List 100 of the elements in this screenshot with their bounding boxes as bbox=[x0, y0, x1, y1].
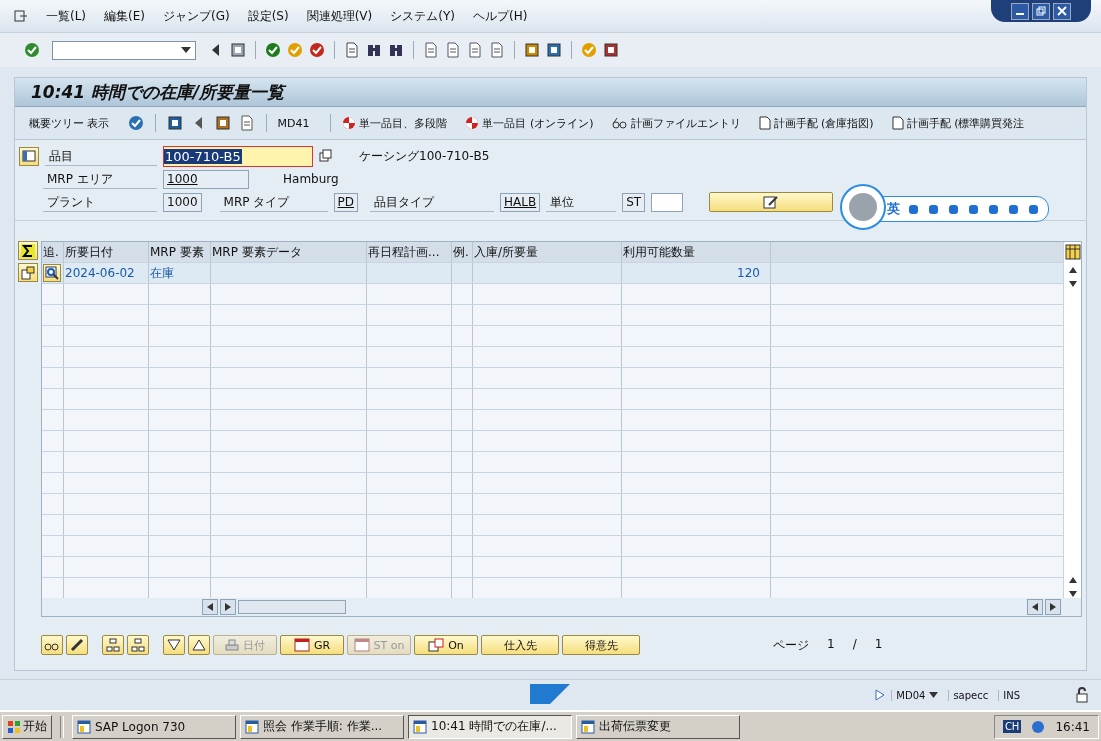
toolbar-button[interactable]: 計画手配 (倉庫指図) bbox=[758, 115, 874, 131]
menu-icon[interactable] bbox=[14, 9, 28, 23]
menu-item[interactable]: 設定(S) bbox=[247, 7, 289, 25]
transaction-code[interactable]: MD04 bbox=[891, 689, 943, 701]
mrp-area-field: 1000 bbox=[163, 169, 249, 189]
menu-item[interactable]: 編集(E) bbox=[104, 7, 145, 25]
minimize-button[interactable] bbox=[1011, 2, 1029, 20]
table-cell: 2024-06-02 bbox=[65, 266, 135, 280]
taskbar-item[interactable]: 照会 作業手順: 作業... bbox=[240, 714, 404, 739]
toolbar-button[interactable]: On bbox=[414, 635, 478, 655]
expand-button[interactable] bbox=[102, 635, 124, 655]
check-icon[interactable] bbox=[24, 42, 40, 58]
collapse-button[interactable] bbox=[127, 635, 149, 655]
toolbar-button[interactable]: 得意先 bbox=[562, 635, 640, 655]
sigma-icon bbox=[21, 243, 35, 258]
input-mode-toggle[interactable]: 英 bbox=[887, 200, 900, 218]
taskbar-item[interactable]: SAP Logon 730 bbox=[72, 714, 236, 739]
toolbar-button[interactable]: 計画手配 (標準購買発注 bbox=[891, 115, 1025, 131]
scroll-right-button[interactable] bbox=[220, 599, 236, 615]
toolbar-button[interactable]: 計画ファイルエントリ bbox=[611, 115, 741, 131]
toolbar-button[interactable]: 概要ツリー 表示 bbox=[29, 115, 110, 131]
column-header[interactable]: MRP 要素 bbox=[149, 242, 211, 262]
insert-mode: INS bbox=[998, 689, 1024, 701]
table-cell: 120 bbox=[737, 266, 760, 280]
column-header[interactable]: 所要日付 bbox=[64, 242, 149, 262]
scrollbar-thumb[interactable] bbox=[238, 600, 346, 614]
menu-item[interactable]: ジャンプ(G) bbox=[163, 7, 230, 25]
triangle-down-icon bbox=[167, 639, 181, 651]
hierarchy-icon bbox=[131, 638, 145, 652]
scroll-right-button[interactable] bbox=[1045, 599, 1061, 615]
row-detail-button[interactable] bbox=[43, 264, 61, 282]
toolbar-button[interactable]: MD41 bbox=[277, 116, 310, 130]
glasses-button[interactable] bbox=[41, 635, 63, 655]
screen-title: 10:41 時間での在庫/所要量一覧 bbox=[31, 80, 285, 104]
menu-item[interactable]: 関連処理(V) bbox=[306, 7, 373, 25]
right-arrow-icon bbox=[1050, 603, 1056, 611]
menu-item[interactable]: ヘルプ(H) bbox=[472, 7, 528, 25]
column-header[interactable]: 利用可能数量 bbox=[622, 242, 771, 262]
detail-button[interactable] bbox=[18, 263, 38, 282]
calendar-icon bbox=[353, 638, 370, 652]
toolbar-button[interactable]: GR bbox=[280, 635, 344, 655]
triangle-up-icon bbox=[192, 639, 206, 651]
taskbar-item[interactable]: 10:41 時間での在庫/... bbox=[408, 714, 572, 739]
copy-icon[interactable] bbox=[319, 149, 333, 163]
sap-logo bbox=[530, 684, 570, 704]
column-settings-icon[interactable] bbox=[1064, 244, 1081, 260]
sum-button[interactable] bbox=[18, 241, 38, 260]
window-icon bbox=[245, 719, 259, 734]
avatar-icon[interactable] bbox=[839, 183, 887, 231]
column-header[interactable]: MRP 要素データ bbox=[211, 242, 367, 262]
hierarchy-icon bbox=[106, 638, 120, 652]
edit-button[interactable] bbox=[66, 635, 88, 655]
document-icon bbox=[758, 116, 771, 130]
start-button[interactable]: 开始 bbox=[2, 714, 52, 739]
unit-extra-field bbox=[651, 192, 684, 212]
menu-item[interactable]: 一覧(L) bbox=[46, 7, 87, 25]
play-icon[interactable] bbox=[875, 689, 886, 701]
scroll-up-icon[interactable] bbox=[1067, 576, 1078, 584]
column-header[interactable]: 例. bbox=[452, 242, 473, 262]
close-button[interactable] bbox=[1053, 2, 1071, 20]
plant-field: 1000 bbox=[163, 192, 202, 212]
dropdown-icon[interactable] bbox=[181, 47, 191, 53]
toolbar-button[interactable]: 単一品目、多段階 bbox=[342, 115, 448, 131]
column-header[interactable]: 入庫/所要量 bbox=[473, 242, 622, 262]
column-header[interactable]: 追. bbox=[42, 242, 64, 262]
dropdown-icon bbox=[929, 692, 939, 698]
column-header[interactable]: 再日程計画... bbox=[367, 242, 452, 262]
close-icon bbox=[1057, 6, 1067, 16]
mrp-area-description: Hamburg bbox=[283, 172, 339, 186]
mrp-type-field: PD bbox=[333, 192, 359, 212]
restore-icon bbox=[1036, 6, 1046, 16]
material-input[interactable]: 100-710-B5 bbox=[163, 145, 313, 167]
windows-icon bbox=[428, 638, 445, 652]
table-cell: 在庫 bbox=[150, 264, 174, 282]
taskbar-item[interactable]: 出荷伝票変更 bbox=[576, 714, 740, 739]
overview-tree-button[interactable] bbox=[19, 146, 39, 166]
menu-item[interactable]: システム(Y) bbox=[390, 7, 455, 25]
minimize-icon bbox=[1016, 13, 1024, 15]
scroll-down-icon[interactable] bbox=[1067, 280, 1078, 288]
scroll-left-button[interactable] bbox=[1027, 599, 1043, 615]
system-name: sapecc bbox=[948, 689, 993, 701]
window-icon bbox=[77, 719, 91, 734]
restore-button[interactable] bbox=[1032, 2, 1050, 20]
windows-logo-icon bbox=[7, 719, 21, 734]
left-arrow-icon bbox=[1032, 603, 1038, 611]
language-indicator[interactable]: CH bbox=[1002, 720, 1022, 733]
page-separator: / bbox=[852, 636, 857, 653]
sort-up-button[interactable] bbox=[188, 635, 210, 655]
vertical-scrollbar[interactable] bbox=[1063, 242, 1081, 598]
material-description: ケーシング100-710-B5 bbox=[359, 147, 490, 165]
field-label: 単位 bbox=[546, 192, 617, 212]
scroll-left-button[interactable] bbox=[202, 599, 218, 615]
document-icon bbox=[891, 116, 904, 130]
toolbar-button[interactable]: 単一品目 (オンライン) bbox=[465, 115, 594, 131]
scroll-up-icon[interactable] bbox=[1067, 266, 1078, 274]
total-pages: 1 bbox=[874, 636, 883, 653]
edit-icon bbox=[763, 195, 780, 209]
command-field[interactable] bbox=[52, 40, 196, 60]
sort-down-button[interactable] bbox=[163, 635, 185, 655]
toolbar-button[interactable]: 仕入先 bbox=[481, 635, 559, 655]
